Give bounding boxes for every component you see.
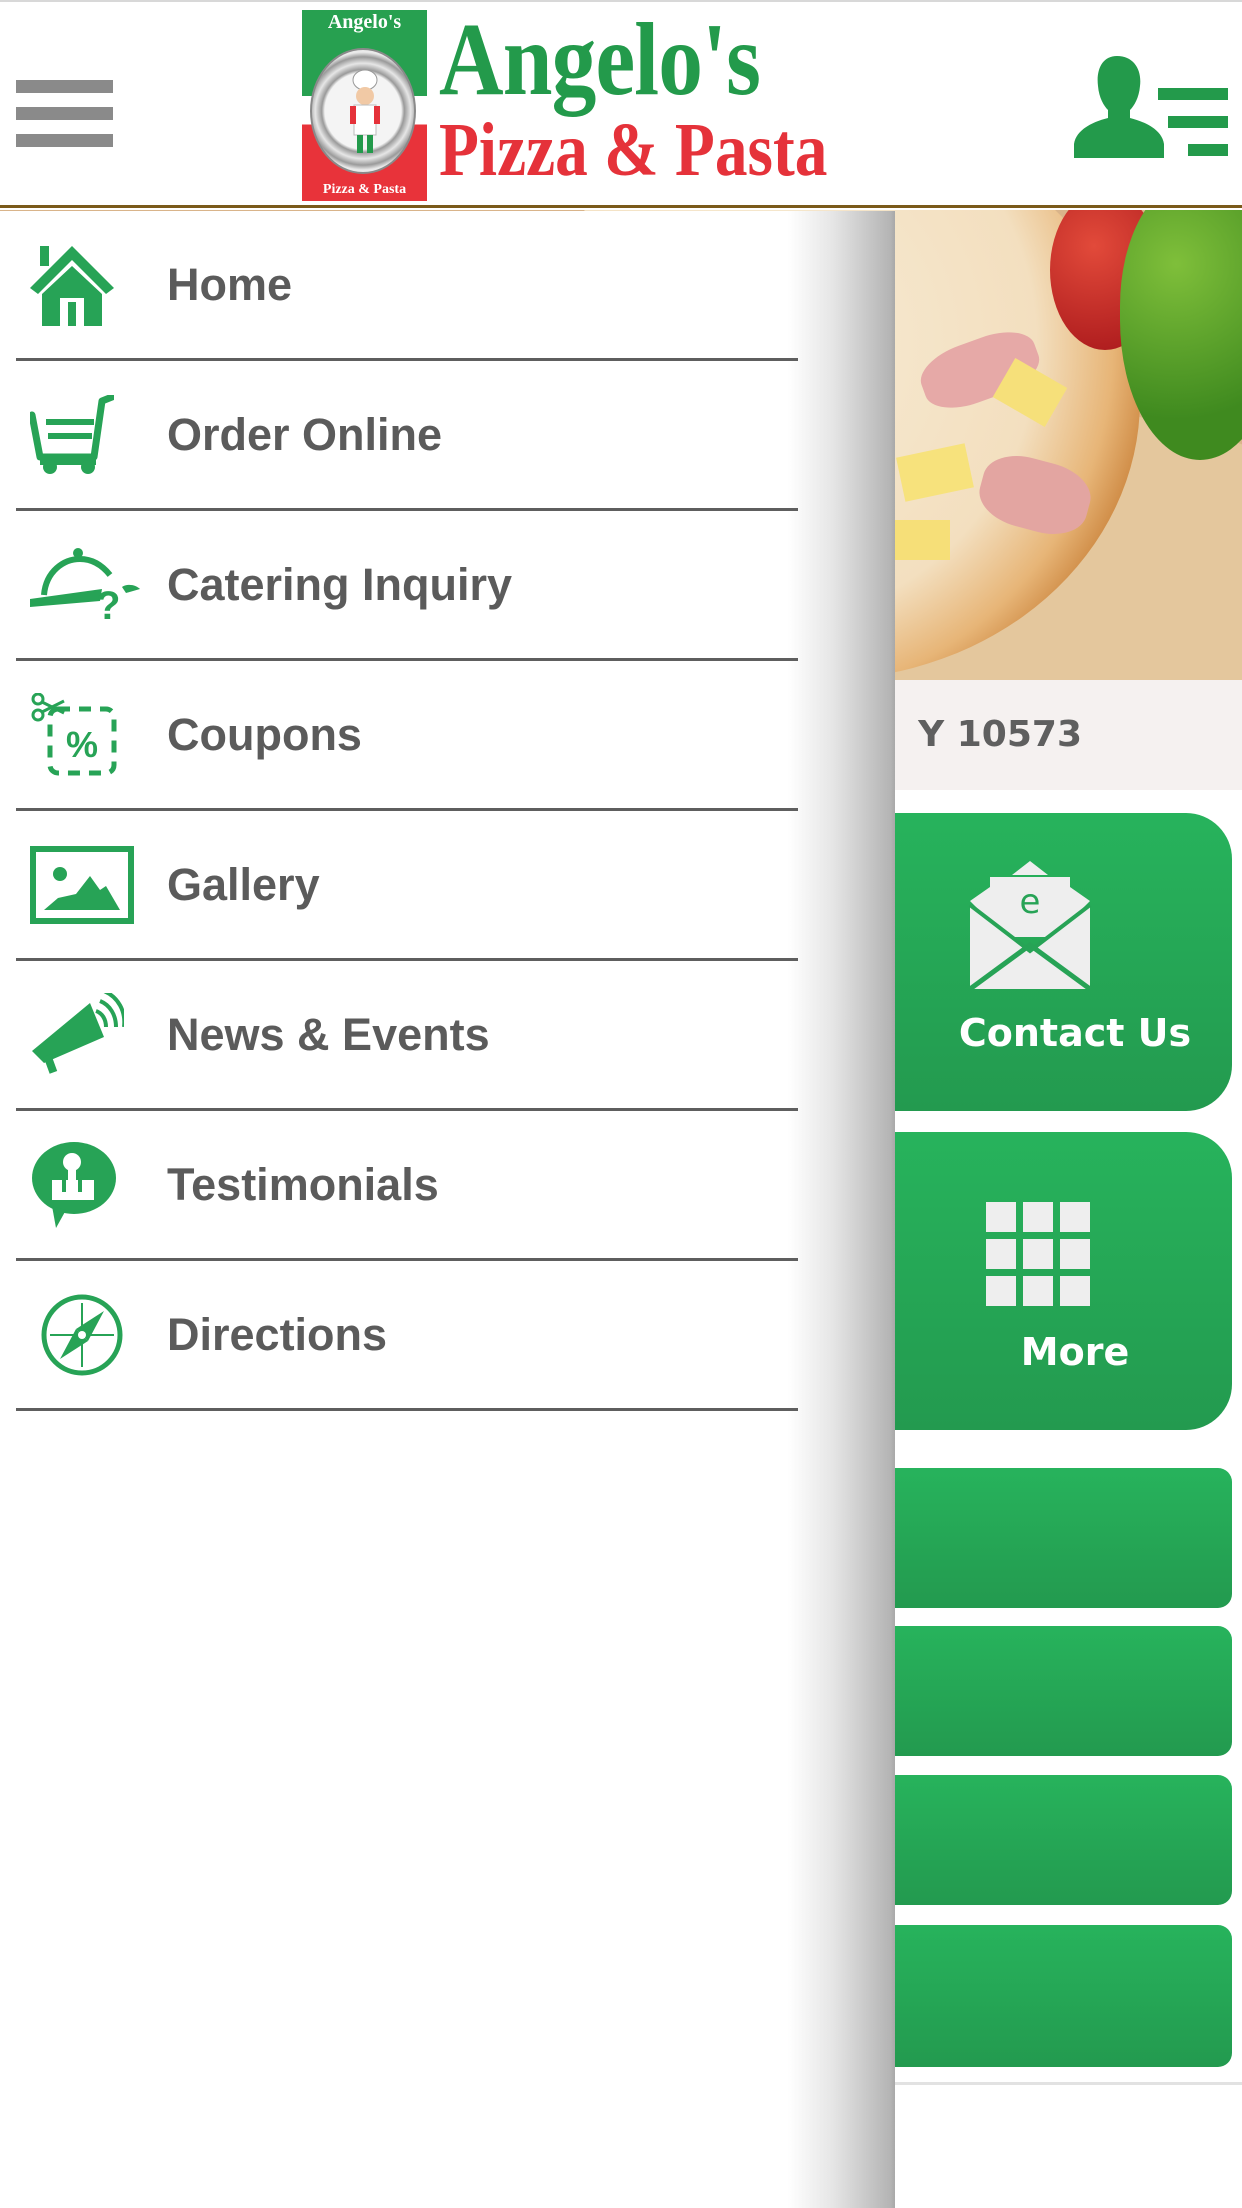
image-icon (30, 835, 140, 935)
drawer-item-label: Gallery (167, 858, 320, 910)
drawer-item-directions[interactable]: Directions (16, 1261, 798, 1411)
drawer-item-label: Testimonials (167, 1158, 439, 1210)
cart-icon (30, 385, 140, 485)
drawer-item-label: Order Online (167, 408, 443, 460)
testimonial-bubble-icon (30, 1135, 140, 1235)
compass-icon (30, 1285, 140, 1385)
drawer-item-catering-inquiry[interactable]: ? Catering Inquiry (16, 511, 798, 661)
logo-badge-top-text: Angelo's (327, 11, 402, 33)
user-list-icon[interactable] (1072, 52, 1232, 162)
coupon-scissors-icon: % (30, 685, 140, 785)
logo-badge-bottom-text: Pizza & Pasta (322, 182, 407, 197)
drawer-item-news-events[interactable]: News & Events (16, 961, 798, 1111)
drawer-item-testimonials[interactable]: Testimonials (16, 1111, 798, 1261)
drawer-item-label: News & Events (167, 1008, 490, 1060)
hamburger-bar (16, 134, 113, 147)
drawer-item-label: Directions (167, 1308, 388, 1360)
drawer-item-gallery[interactable]: Gallery (16, 811, 798, 961)
navigation-drawer: Home Order Online ? Catering Inquiry % C… (0, 211, 895, 2208)
home-icon (30, 235, 140, 335)
drawer-item-label: Coupons (167, 708, 362, 760)
app-header: Angelo's Pizza & Pasta Angelo's Pizza & … (0, 0, 1242, 208)
hamburger-bar (16, 80, 113, 93)
svg-text:?: ? (96, 584, 120, 625)
drawer-item-coupons[interactable]: % Coupons (16, 661, 798, 811)
svg-text:e: e (1020, 882, 1041, 922)
cloche-question-icon: ? (30, 535, 140, 635)
hamburger-bar (16, 107, 113, 120)
email-envelope-icon: e (968, 861, 1092, 989)
drawer-item-label: Catering Inquiry (167, 558, 513, 610)
drawer-item-label: Home (167, 258, 293, 310)
grid-icon (986, 1202, 1090, 1306)
drawer-item-home[interactable]: Home (16, 211, 798, 361)
svg-text:%: % (66, 724, 98, 765)
hero-topping (890, 520, 950, 560)
drawer-item-order-online[interactable]: Order Online (16, 361, 798, 511)
brand-logo[interactable]: Angelo's Pizza & Pasta Angelo's Pizza & … (302, 2, 902, 202)
hamburger-menu-icon[interactable] (16, 80, 113, 148)
megaphone-icon (30, 985, 140, 1085)
logo-wordmark: Angelo's Pizza & Pasta (439, 2, 891, 192)
logo-title: Angelo's (439, 2, 761, 117)
logo-subtitle: Pizza & Pasta (439, 108, 828, 192)
chef-mascot-icon (350, 70, 380, 153)
logo-badge: Angelo's Pizza & Pasta (302, 10, 427, 201)
drawer-menu-list: Home Order Online ? Catering Inquiry % C… (16, 211, 798, 1411)
